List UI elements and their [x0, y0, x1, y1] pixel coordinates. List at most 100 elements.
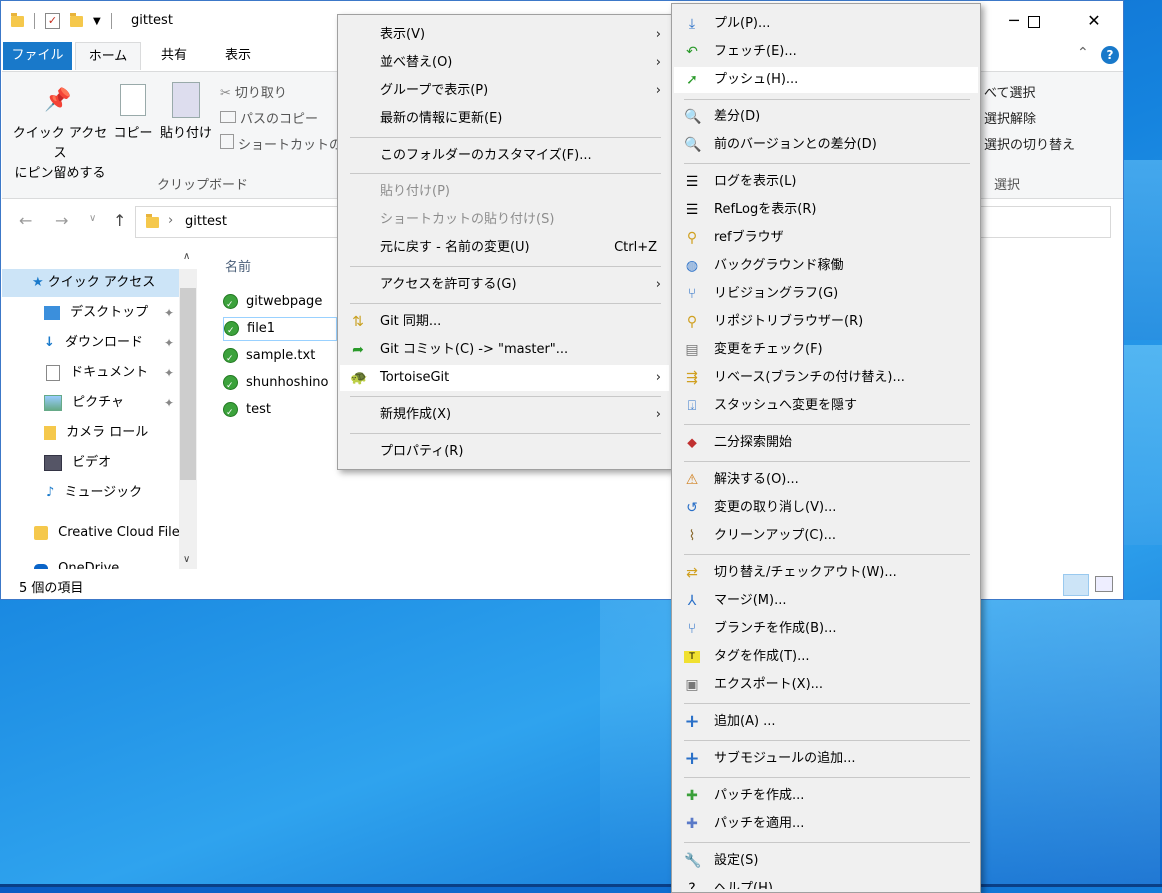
pin-to-quick-access-button[interactable]: クイック アクセス にピン留めする — [10, 124, 110, 184]
list-item[interactable]: test — [223, 398, 271, 425]
menu-item-label: パッチを適用... — [714, 816, 805, 831]
collapse-ribbon-icon[interactable]: ⌃ — [1077, 45, 1089, 61]
customize-toolbar-icon[interactable]: ▼ — [93, 16, 101, 27]
menu-item-show-log[interactable]: ☰ ログを表示(L) — [674, 169, 978, 195]
menu-separator — [684, 99, 970, 100]
column-header-name[interactable]: 名前 — [225, 256, 251, 275]
menu-item-help[interactable]: ? ヘルプ(H) — [674, 876, 978, 889]
menu-item-daemon[interactable]: ◍ バックグラウンド稼働 — [674, 253, 978, 279]
paste-shortcut-button[interactable]: ショートカットの貼 — [220, 134, 355, 153]
menu-item-label: バックグラウンド稼働 — [714, 258, 844, 273]
menu-item-create-patch[interactable]: ✚ パッチを作成... — [674, 783, 978, 809]
nav-item-creative-cloud[interactable]: Creative Cloud File — [2, 519, 180, 547]
menu-item-new[interactable]: 新規作成(X) › — [340, 402, 669, 428]
menu-item-diff[interactable]: 🔍 差分(D) — [674, 104, 978, 130]
select-all-button[interactable]: べて選択 — [984, 82, 1035, 101]
menu-item-git-sync[interactable]: ⇅ Git 同期... — [340, 309, 669, 335]
menu-item-label: ログを表示(L) — [714, 174, 797, 189]
menu-item-submodule-add[interactable]: + サブモジュールの追加... — [674, 746, 978, 772]
menu-item-export[interactable]: ▣ エクスポート(X)... — [674, 672, 978, 698]
menu-item-settings[interactable]: 🔧 設定(S) — [674, 848, 978, 874]
menu-item-revision-graph[interactable]: ⑂ リビジョングラフ(G) — [674, 281, 978, 307]
select-group-label: 選択 — [994, 178, 1021, 193]
copy-path-button[interactable]: パスのコピー — [220, 108, 318, 127]
menu-item-sort[interactable]: 並べ替え(O) › — [340, 50, 669, 76]
menu-item-merge[interactable]: ⅄ マージ(M)... — [674, 588, 978, 614]
maximize-icon — [1028, 16, 1040, 28]
menu-item-create-tag[interactable]: T タグを作成(T)... — [674, 644, 978, 670]
nav-item-music[interactable]: ♪ ミュージック — [2, 479, 180, 507]
menu-item-label: 表示(V) — [380, 27, 426, 42]
menu-item-undo[interactable]: 元に戻す - 名前の変更(U) Ctrl+Z — [340, 235, 669, 261]
help-icon[interactable]: ? — [1101, 46, 1119, 64]
nav-item-onedrive[interactable]: OneDrive — [2, 557, 180, 569]
breadcrumb[interactable]: gittest — [185, 214, 227, 229]
menu-item-add[interactable]: + 追加(A) ... — [674, 709, 978, 735]
recent-locations-icon[interactable]: ∨ — [89, 213, 96, 224]
nav-item-pictures[interactable]: ピクチャ ✦ — [2, 389, 180, 417]
tab-view[interactable]: 表示 — [215, 42, 261, 70]
details-view-icon[interactable] — [1063, 574, 1089, 596]
list-item[interactable]: sample.txt — [223, 344, 315, 371]
list-item-selected[interactable]: file1 — [223, 317, 337, 342]
nav-item-documents[interactable]: ドキュメント ✦ — [2, 359, 180, 387]
menu-item-view[interactable]: 表示(V) › — [340, 22, 669, 48]
menu-item-label: 変更をチェック(F) — [714, 342, 823, 357]
tab-file[interactable]: ファイル — [3, 42, 72, 70]
menu-item-revert[interactable]: ↺ 変更の取り消し(V)... — [674, 495, 978, 521]
menu-item-give-access[interactable]: アクセスを許可する(G) › — [340, 272, 669, 298]
menu-item-fetch[interactable]: ↶ フェッチ(E)... — [674, 39, 978, 65]
menu-item-bisect[interactable]: ⬥ 二分探索開始 — [674, 430, 978, 456]
menu-item-create-branch[interactable]: ⑂ ブランチを作成(B)... — [674, 616, 978, 642]
tab-home[interactable]: ホーム — [75, 42, 141, 70]
menu-item-git-commit[interactable]: ➦ Git コミット(C) -> "master"... — [340, 337, 669, 363]
menu-item-switch-checkout[interactable]: ⇄ 切り替え/チェックアウト(W)... — [674, 560, 978, 586]
paste-button[interactable]: 貼り付け — [158, 124, 214, 144]
menu-separator — [350, 137, 661, 138]
nav-item-desktop[interactable]: デスクトップ ✦ — [2, 299, 180, 327]
cut-button[interactable]: ✂ 切り取り — [220, 82, 287, 101]
menu-item-diff-previous[interactable]: 🔍 前のバージョンとの差分(D) — [674, 132, 978, 158]
list-item[interactable]: shunhoshino — [223, 371, 329, 398]
nav-item-downloads[interactable]: ↓ ダウンロード ✦ — [2, 329, 180, 357]
scroll-up-icon[interactable]: ∧ — [183, 251, 190, 262]
nav-item-videos[interactable]: ビデオ — [2, 449, 180, 477]
menu-item-resolve[interactable]: ⚠ 解決する(O)... — [674, 467, 978, 493]
invert-selection-button[interactable]: 選択の切り替え — [984, 134, 1075, 153]
copy-button[interactable]: コピー — [112, 124, 154, 144]
menu-item-properties[interactable]: プロパティ(R) — [340, 439, 669, 465]
resolve-icon: ⚠ — [685, 472, 699, 488]
menu-item-pull[interactable]: ⤓ プル(P)... — [674, 11, 978, 37]
nav-item-camera-roll[interactable]: カメラ ロール — [2, 419, 180, 447]
menu-item-group[interactable]: グループで表示(P) › — [340, 78, 669, 104]
menu-item-push[interactable]: ➚ プッシュ(H)... — [674, 67, 978, 93]
properties-icon[interactable]: ✓ — [45, 13, 60, 29]
menu-item-refresh[interactable]: 最新の情報に更新(E) — [340, 106, 669, 132]
select-none-button[interactable]: 選択解除 — [984, 108, 1036, 127]
tab-share[interactable]: 共有 — [151, 42, 197, 70]
menu-item-ref-browser[interactable]: ⚲ refブラウザ — [674, 225, 978, 251]
scroll-down-icon[interactable]: ∨ — [183, 554, 190, 565]
menu-item-cleanup[interactable]: ⌇ クリーンアップ(C)... — [674, 523, 978, 549]
menu-item-apply-patch[interactable]: ✚ パッチを適用... — [674, 811, 978, 837]
nav-item-quick-access[interactable]: ★ クイック アクセス — [2, 269, 180, 297]
menu-item-rebase[interactable]: ⇶ リベース(ブランチの付け替え)... — [674, 365, 978, 391]
chevron-right-icon: › — [655, 83, 661, 98]
back-icon[interactable]: ← — [19, 211, 32, 230]
menu-item-label: ブランチを作成(B)... — [714, 621, 837, 636]
forward-icon[interactable]: → — [55, 211, 68, 230]
shortcut-label: Ctrl+Z — [614, 240, 657, 255]
menu-item-customize[interactable]: このフォルダーのカスタマイズ(F)... — [340, 143, 669, 169]
maximize-button[interactable] — [1011, 9, 1057, 33]
scrollbar-thumb[interactable] — [180, 288, 196, 480]
menu-item-stash[interactable]: ⍗ スタッシュへ変更を隠す — [674, 393, 978, 419]
close-button[interactable]: ✕ — [1071, 9, 1117, 33]
list-item[interactable]: gitwebpage — [223, 290, 322, 317]
menu-item-repo-browser[interactable]: ⚲ リポジトリブラウザー(R) — [674, 309, 978, 335]
menu-item-tortoisegit[interactable]: 🐢 TortoiseGit › — [340, 365, 669, 391]
menu-item-check-modifications[interactable]: ▤ 変更をチェック(F) — [674, 337, 978, 363]
menu-item-reflog[interactable]: ☰ RefLogを表示(R) — [674, 197, 978, 223]
up-icon[interactable]: ↑ — [113, 211, 126, 230]
new-folder-icon[interactable] — [70, 12, 83, 27]
large-icons-view-icon[interactable] — [1095, 576, 1113, 592]
